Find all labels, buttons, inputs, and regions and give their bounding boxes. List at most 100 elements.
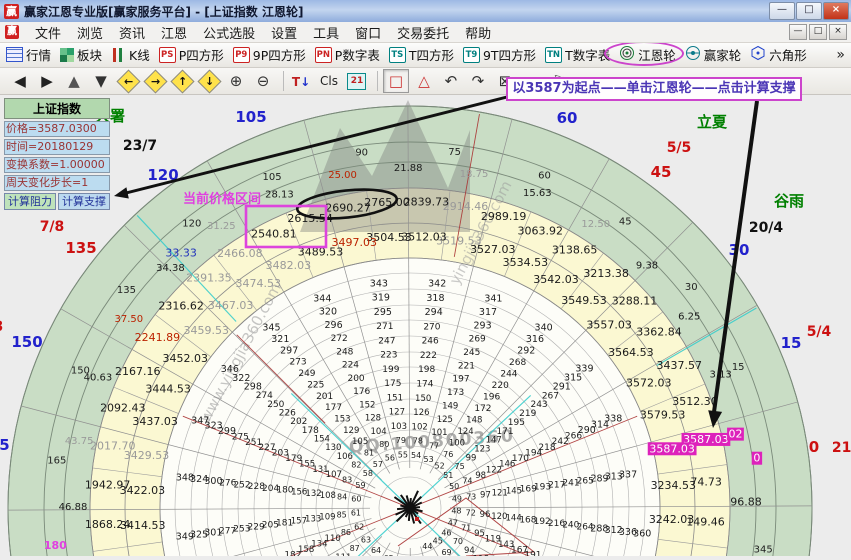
menu-item-1[interactable]: 浏览 (69, 26, 111, 43)
toolbar-item-P数字表[interactable]: PNP数字表 (315, 45, 380, 64)
degree-label: 45 (619, 216, 632, 227)
nav-left-icon[interactable]: ◀ (8, 70, 32, 92)
spiral-number: 84 (337, 493, 347, 502)
pointer-up-icon[interactable]: ▲ (62, 70, 86, 92)
toolbar-item-label: 江恩轮 (638, 45, 676, 64)
spiral-number: 108 (320, 491, 336, 501)
price-row: 价格=3587.0300 (4, 121, 110, 137)
toolbar-item-江恩轮[interactable]: 江恩轮 (619, 45, 676, 64)
spiral-number: 71 (461, 524, 471, 533)
toolbar-item-六角形[interactable]: 六角形 (750, 45, 807, 64)
support-label: 3557.03 (586, 319, 632, 332)
menu-item-2[interactable]: 资讯 (111, 26, 153, 43)
price-label: 2316.62 (158, 299, 204, 312)
degree-label: 30 (685, 282, 698, 293)
toolbar-item-label: 板块 (77, 45, 102, 64)
support-label: 3414.53 (120, 519, 166, 532)
spiral-number: 199 (382, 365, 399, 375)
factor-label: 9.38 (636, 260, 658, 271)
toolbar-item-9T四方形[interactable]: T99T四方形 (463, 45, 536, 64)
draw-square-icon[interactable]: □ (383, 69, 409, 93)
spiral-number: 220 (492, 381, 509, 391)
spiral-number: 72 (466, 508, 476, 517)
nav-right-icon[interactable]: ▶ (35, 70, 59, 92)
toolbar-item-赢家轮[interactable]: 赢家轮 (685, 45, 742, 64)
spiral-number: 47 (448, 518, 458, 527)
spiral-number: 272 (331, 334, 348, 344)
spiral-number: 250 (267, 400, 284, 410)
toolbar-item-行情[interactable]: 行情 (6, 45, 51, 64)
degree-label: 90 (355, 147, 368, 158)
spiral-number: 46 (441, 528, 451, 537)
price-label: 2466.08 (217, 247, 263, 260)
spiral-number: 63 (361, 535, 371, 544)
pan-down-icon[interactable]: ↓ (197, 70, 221, 92)
spiral-number: 294 (425, 307, 443, 318)
spiral-number: 360 (633, 529, 651, 540)
menu-item-6[interactable]: 工具 (305, 26, 347, 43)
toolbar-item-K线[interactable]: K线 (111, 45, 150, 64)
degree-label: 105 (262, 172, 281, 183)
calendar-icon[interactable]: 21 (345, 70, 369, 92)
calc-resistance-button[interactable]: 计算阻力 (4, 193, 56, 210)
main-toolbar: 行情 板块 K线 PSP四方形 P99P四方形 PNP数字表 TST四方形 T99T四方形 TN… (0, 42, 851, 68)
spiral-number: 76 (443, 450, 453, 459)
menu-item-8[interactable]: 交易委托 (389, 26, 457, 43)
rotate-cw-icon[interactable]: ↷ (466, 70, 490, 92)
zoom-out-icon[interactable]: ⊖ (251, 70, 275, 92)
p-table-icon: PN (315, 47, 332, 63)
spiral-number: 340 (535, 323, 553, 334)
degree-label: 60 (538, 170, 551, 181)
window-close-button[interactable]: × (823, 2, 849, 20)
toolbar-item-T数字表[interactable]: TNT数字表 (545, 45, 610, 64)
cls-button[interactable]: Cls (316, 70, 342, 92)
menu-item-9[interactable]: 帮助 (457, 26, 499, 43)
spiral-number: 342 (428, 278, 446, 289)
outer-label: 21/3 (832, 440, 851, 456)
mdi-minimize-button[interactable]: — (789, 24, 807, 40)
toolbar-overflow-chevron[interactable]: » (836, 47, 845, 63)
support-label: 3459.53 (183, 324, 229, 337)
spiral-number: 245 (463, 348, 480, 358)
toolbar-item-板块[interactable]: 板块 (60, 45, 102, 64)
support-label: 3564.53 (608, 346, 654, 359)
time-down-icon[interactable]: T↓ (289, 70, 313, 92)
menu-item-3[interactable]: 江恩 (153, 26, 195, 43)
toolbar-item-label: 六角形 (769, 45, 807, 64)
spiral-number: 148 (466, 416, 482, 426)
spiral-number: 45 (433, 536, 443, 545)
menu-item-4[interactable]: 公式选股 (195, 26, 263, 43)
menu-item-5[interactable]: 设置 (263, 26, 305, 43)
spiral-number: 319 (372, 293, 390, 304)
pan-left-icon[interactable]: ← (116, 70, 140, 92)
step-row: 周天变化步长=1 (4, 175, 110, 191)
toolbar-item-label: T四方形 (409, 45, 454, 64)
toolbar-item-T四方形[interactable]: TST四方形 (389, 45, 454, 64)
window-minimize-button[interactable]: — (769, 2, 795, 20)
spiral-number: 197 (452, 375, 469, 385)
menu-item-7[interactable]: 窗口 (347, 26, 389, 43)
pan-up-icon[interactable]: ↑ (170, 70, 194, 92)
menu-items: 文件浏览资讯江恩公式选股设置工具窗口交易委托帮助 (27, 23, 499, 42)
pan-right-icon[interactable]: → (143, 70, 167, 92)
spiral-number: 149 (442, 401, 458, 411)
toolbar-item-9P四方形[interactable]: P99P四方形 (233, 45, 306, 64)
factor-label: 37.50 (114, 314, 143, 325)
spiral-number: 293 (474, 320, 492, 331)
mdi-close-button[interactable]: × (829, 24, 847, 40)
spiral-number: 52 (435, 462, 445, 471)
mdi-restore-button[interactable]: □ (809, 24, 827, 40)
toolbar-item-label: P数字表 (335, 45, 380, 64)
menu-item-0[interactable]: 文件 (27, 26, 69, 43)
rotate-ccw-icon[interactable]: ↶ (439, 70, 463, 92)
factor-label: 34.38 (156, 263, 185, 274)
toolbar-item-P四方形[interactable]: PSP四方形 (159, 45, 224, 64)
calc-support-button[interactable]: 计算支撑 (58, 193, 110, 210)
spiral-number: 321 (271, 334, 289, 345)
pointer-down-icon[interactable]: ▼ (89, 70, 113, 92)
gann-wheel-chart[interactable]: QQ:100800360www.yingjia360.comyingjia360… (0, 95, 851, 556)
zoom-in-icon[interactable]: ⊕ (224, 70, 248, 92)
draw-triangle-icon[interactable]: △ (412, 70, 436, 92)
window-maximize-button[interactable]: □ (796, 2, 822, 20)
spiral-number: 106 (337, 452, 353, 462)
